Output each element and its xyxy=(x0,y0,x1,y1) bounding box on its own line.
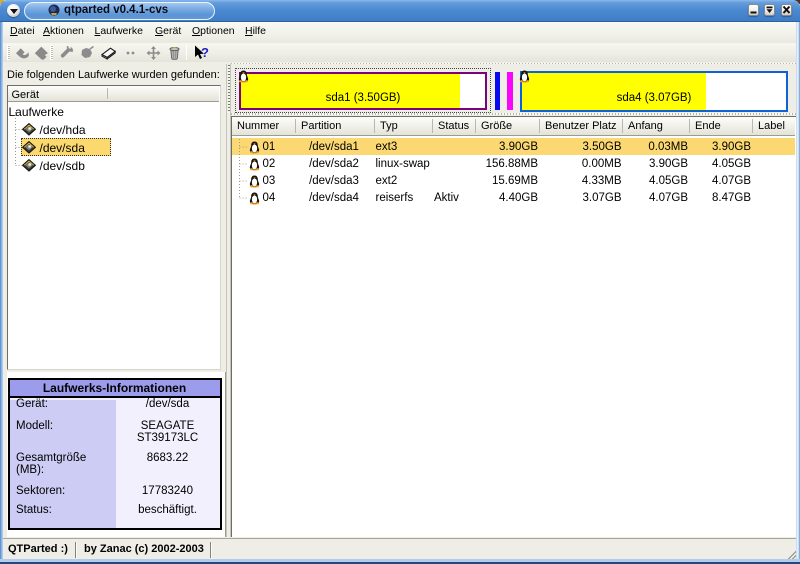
svg-text:?: ? xyxy=(201,45,209,60)
